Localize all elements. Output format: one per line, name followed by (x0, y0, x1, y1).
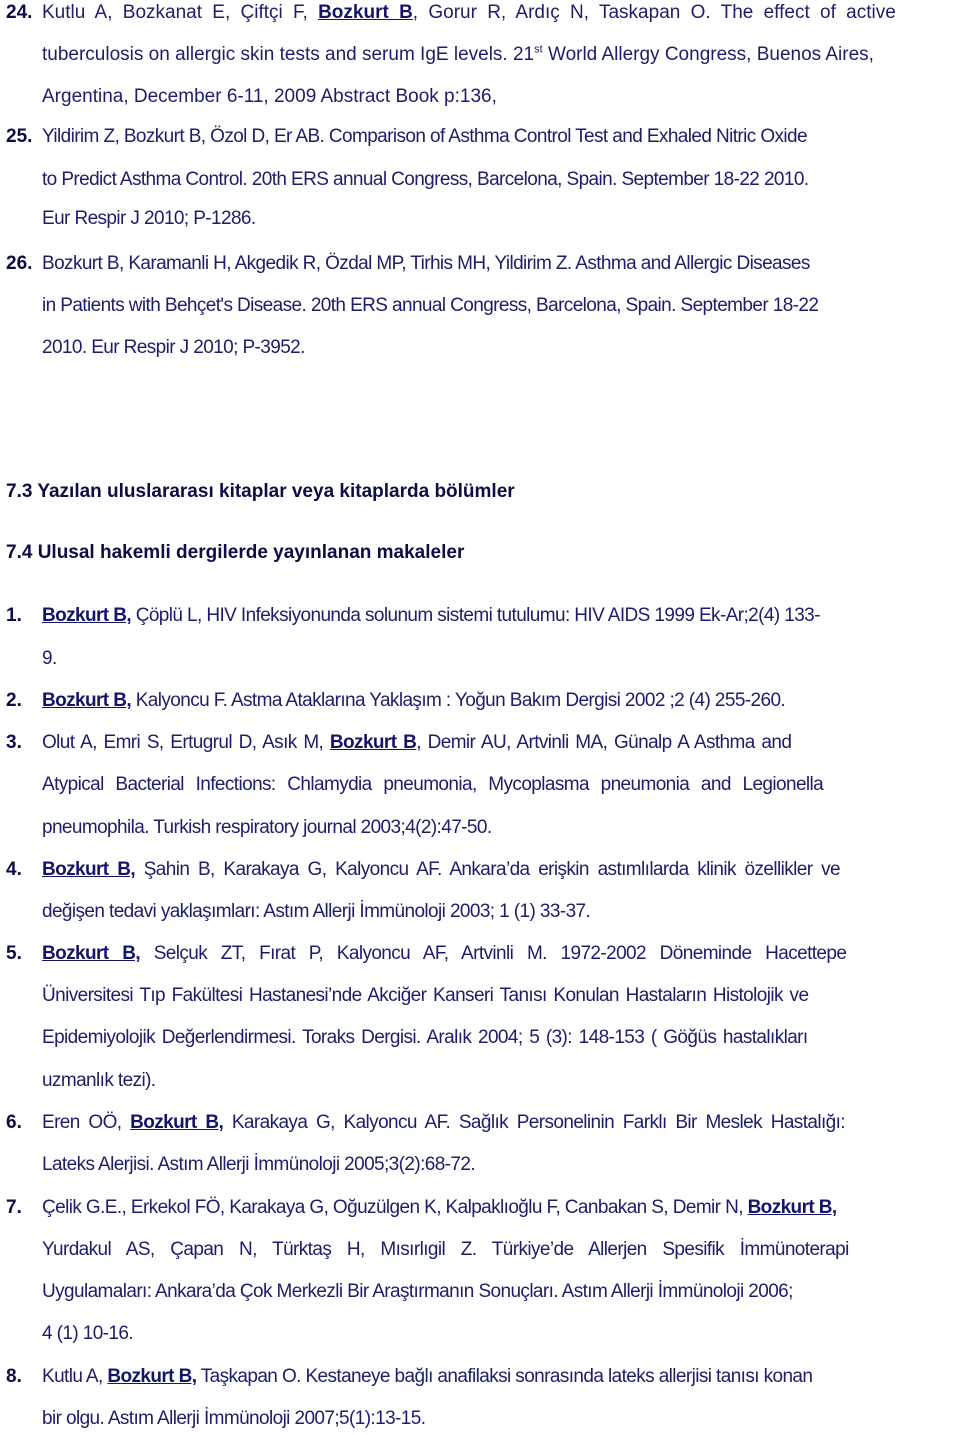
line-text: Şahin B, Karakaya G, Kalyoncu AF. Ankara… (135, 859, 841, 880)
entry-number: 2. (6, 690, 22, 711)
entry-line: Uygulamaları: Ankara’da Çok Merkezli Bir… (42, 1281, 793, 1302)
entry-line: Kutlu A, Bozkurt B, Taşkapan O. Kestaney… (42, 1366, 813, 1388)
line-text: Kutlu A, (42, 1366, 108, 1387)
highlighted-author: Bozkurt B, (42, 859, 136, 880)
highlighted-author: Bozkurt B, (42, 605, 132, 626)
line-text: Kutlu A, Bozkanat E, Çiftçi F, (42, 2, 319, 23)
line-text: Kalyoncu F. Astma Ataklarına Yaklaşım : … (131, 690, 786, 711)
highlighted-author: Bozkurt B, (42, 943, 141, 964)
entry-line: Eur Respir J 2010; P-1286. (42, 208, 256, 229)
entry-line: 4 (1) 10-16. (42, 1323, 134, 1344)
entry-line: değişen tedavi yaklaşımları: Astım Aller… (42, 901, 591, 922)
entry-number: 26. (6, 253, 33, 274)
entry-line: Argentina, December 6-11, 2009 Abstract … (42, 86, 497, 107)
line-text: Olut A, Emri S, Ertugrul D, Asık M, (42, 732, 330, 753)
entry-line: Olut A, Emri S, Ertugrul D, Asık M, Bozk… (42, 732, 792, 754)
entry-line: Bozkurt B, Karamanli H, Akgedik R, Özdal… (42, 253, 810, 274)
section-heading-7-3: 7.3 Yazılan uluslararası kitaplar veya k… (6, 481, 515, 502)
entry-number: 7. (6, 1197, 22, 1218)
entry-line: Bozkurt B, Kalyoncu F. Astma Ataklarına … (42, 690, 786, 712)
entry-line: Yildirim Z, Bozkurt B, Özol D, Er AB. Co… (42, 126, 808, 147)
entry-number: 5. (6, 943, 22, 964)
line-text: tuberculosis on allergic skin tests and … (42, 44, 535, 65)
highlighted-author: Bozkurt B, (42, 690, 132, 711)
line-text: Çelik G.E., Erkekol FÖ, Karakaya G, Oğuz… (42, 1197, 748, 1218)
entry-line: Kutlu A, Bozkanat E, Çiftçi F, Bozkurt B… (42, 2, 954, 24)
line-text: , Gorur R, Ardıç N, Taskapan O. The effe… (412, 2, 896, 23)
entry-number: 24. (6, 2, 33, 23)
entry-line: 2010. Eur Respir J 2010; P-3952. (42, 337, 305, 358)
highlighted-author: Bozkurt B (329, 732, 417, 753)
entry-number: 25. (6, 126, 33, 147)
line-text: World Allergy Congress, Buenos Aires, (542, 44, 874, 65)
entry-number: 1. (6, 605, 22, 626)
entry-line: Epidemiyolojik Değerlendirmesi. Toraks D… (42, 1027, 808, 1048)
superscript: st (534, 43, 543, 56)
entry-line: Atypical Bacterial Infections: Chlamydia… (42, 774, 824, 795)
highlighted-author: Bozkurt B, (130, 1112, 224, 1133)
entry-line: Bozkurt B, Selçuk ZT, Fırat P, Kalyoncu … (42, 943, 847, 965)
entry-line: in Patients with Behçet's Disease. 20th … (42, 295, 819, 316)
entry-line: 9. (42, 648, 57, 669)
line-text: Taşkapan O. Kestaneye bağlı anafilaksi s… (196, 1366, 813, 1387)
entry-number: 3. (6, 732, 22, 753)
entry-line: Çelik G.E., Erkekol FÖ, Karakaya G, Oğuz… (42, 1197, 837, 1219)
highlighted-author: Bozkurt B, (747, 1197, 838, 1218)
entry-line: Eren OÖ, Bozkurt B, Karakaya G, Kalyoncu… (42, 1112, 846, 1134)
line-text: Karakaya G, Kalyoncu AF. Sağlık Personel… (223, 1112, 846, 1133)
entry-line: pneumophila. Turkish respiratory journal… (42, 817, 492, 838)
entry-line: tuberculosis on allergic skin tests and … (42, 44, 874, 66)
entry-number: 4. (6, 859, 22, 880)
highlighted-author: Bozkurt B (318, 2, 413, 23)
entry-line: Bozkurt B, Şahin B, Karakaya G, Kalyoncu… (42, 859, 841, 881)
section-heading-7-4: 7.4 Ulusal hakemli dergilerde yayınlanan… (6, 542, 465, 563)
line-text: Çöplü L, HIV Infeksiyonunda solunum sist… (131, 605, 821, 626)
entry-line: Lateks Alerjisi. Astım Allerji İmmünoloj… (42, 1154, 476, 1175)
entry-line: Üniversitesi Tıp Fakültesi Hastanesi’nde… (42, 985, 809, 1006)
entry-number: 8. (6, 1366, 22, 1387)
line-text: Eren OÖ, (42, 1112, 131, 1133)
entry-line: Yurdakul AS, Çapan N, Türktaş H, Mısırlı… (42, 1239, 849, 1260)
entry-number: 6. (6, 1112, 22, 1133)
entry-line: to Predict Asthma Control. 20th ERS annu… (42, 169, 809, 190)
entry-line: bir olgu. Astım Allerji İmmünoloji 2007;… (42, 1408, 426, 1429)
entry-line: uzmanlık tezi). (42, 1070, 156, 1091)
highlighted-author: Bozkurt B, (107, 1366, 197, 1387)
entry-line: Bozkurt B, Çöplü L, HIV Infeksiyonunda s… (42, 605, 820, 627)
line-text: , Demir AU, Artvinli MA, Günalp A Asthma… (416, 732, 792, 753)
line-text: Selçuk ZT, Fırat P, Kalyoncu AF, Artvinl… (140, 943, 847, 964)
